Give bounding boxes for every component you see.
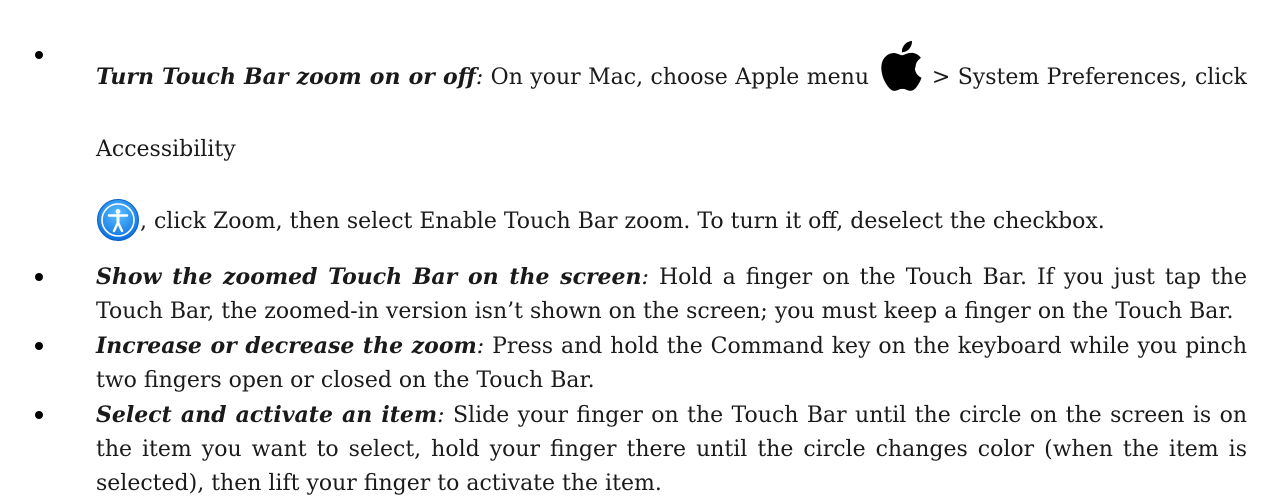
item-lead: Select and activate an item — [96, 402, 438, 428]
apple-logo-icon — [881, 40, 922, 91]
list-item-zoom-level: Increase or decrease the zoom: Press and… — [0, 329, 1271, 398]
bullet-icon — [35, 51, 43, 59]
accessibility-icon — [97, 199, 139, 241]
item-text-part3: , click Zoom, then select Enable Touch B… — [140, 209, 1105, 234]
item-colon: : — [437, 403, 445, 428]
list-item-show-zoomed: Show the zoomed Touch Bar on the screen:… — [0, 260, 1271, 329]
item-colon: : — [641, 265, 649, 290]
list-item-touch-bar-zoom: Turn Touch Bar zoom on or off: On your M… — [0, 38, 1271, 258]
item-lead: Increase or decrease the zoom — [96, 333, 477, 359]
bullet-icon — [35, 411, 43, 419]
document-page: Turn Touch Bar zoom on or off: On your M… — [0, 0, 1271, 496]
item-lead: Turn Touch Bar zoom on or off — [96, 64, 476, 90]
bullet-icon — [35, 342, 43, 350]
item-lead: Show the zoomed Touch Bar on the screen — [96, 264, 642, 290]
bullet-icon — [35, 273, 43, 281]
list-item-select-activate: Select and activate an item: Slide your … — [0, 398, 1271, 501]
bullet-list: Turn Touch Bar zoom on or off: On your M… — [0, 38, 1271, 501]
item-text-part1: On your Mac, choose Apple menu — [483, 65, 877, 90]
